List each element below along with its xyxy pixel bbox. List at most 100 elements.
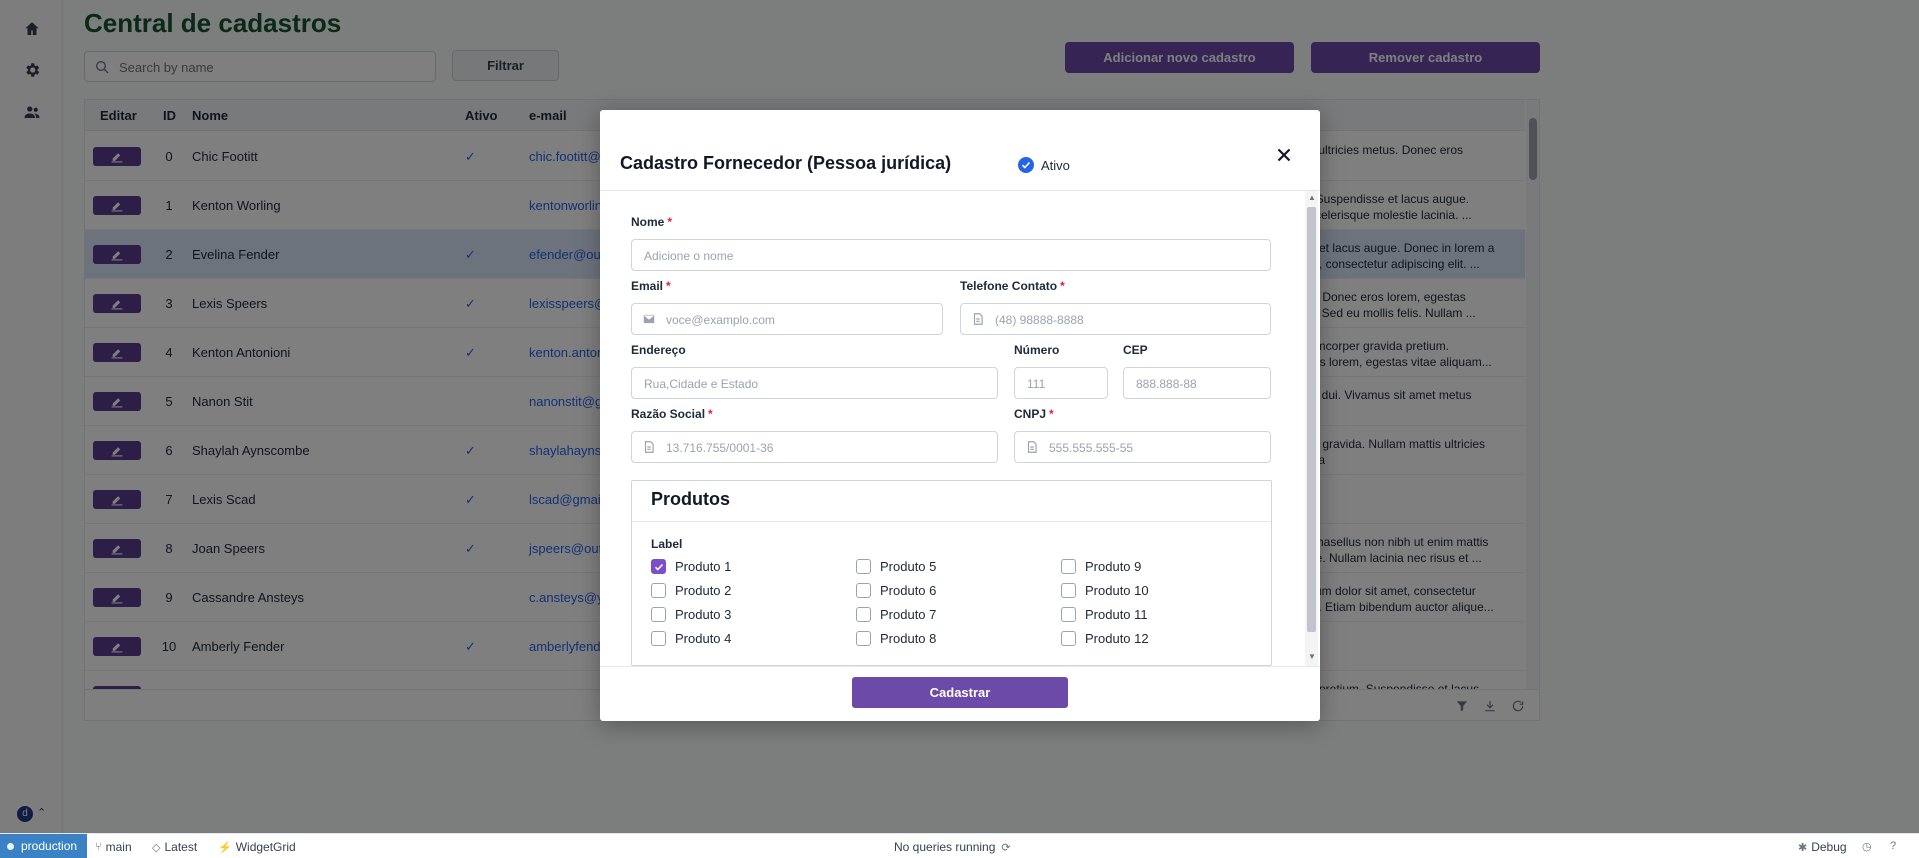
checkbox-box[interactable]	[1061, 607, 1076, 622]
document-icon	[1027, 441, 1037, 453]
tag-icon: ◇	[152, 841, 161, 854]
debug-label: Debug	[1811, 840, 1847, 854]
tag-label: Latest	[164, 840, 198, 854]
produtos-divider	[632, 521, 1271, 522]
supplier-modal: Cadastro Fornecedor (Pessoa jurídica) At…	[600, 110, 1320, 721]
queries-status: No queries running ⟳	[894, 840, 1015, 854]
branch-indicator[interactable]: ⑂ main	[95, 840, 132, 854]
checkbox-box[interactable]	[856, 583, 871, 598]
numero-label: Número	[1014, 343, 1060, 357]
produto-checkbox[interactable]: Produto 9	[1061, 559, 1141, 574]
modal-scroll-thumb[interactable]	[1307, 207, 1316, 632]
telefone-field[interactable]	[960, 303, 1271, 335]
ativo-toggle[interactable]: Ativo	[1018, 157, 1070, 173]
produto-checkbox[interactable]: Produto 7	[856, 607, 936, 622]
check-icon	[1021, 161, 1031, 169]
cep-input[interactable]	[1136, 375, 1261, 393]
produto-checkbox[interactable]: Produto 8	[856, 631, 936, 646]
produto-checkbox[interactable]: Produto 1	[651, 559, 731, 574]
produto-checkbox[interactable]: Produto 4	[651, 631, 731, 646]
history-icon[interactable]: ◷	[1862, 840, 1876, 853]
produto-checkbox[interactable]: Produto 2	[651, 583, 731, 598]
tag-indicator[interactable]: ◇ Latest	[152, 840, 197, 854]
checkbox-box[interactable]	[651, 559, 666, 574]
cep-label: CEP	[1123, 343, 1148, 357]
email-field[interactable]	[631, 303, 943, 335]
mail-icon	[643, 314, 655, 324]
numero-input[interactable]	[1027, 375, 1097, 393]
modal-footer: Cadastrar	[600, 666, 1320, 721]
environment-badge[interactable]: production	[0, 834, 87, 858]
telefone-label: Telefone Contato *	[960, 279, 1065, 293]
produto-checkbox[interactable]: Produto 3	[651, 607, 731, 622]
check-icon	[654, 563, 664, 571]
endereco-label: Endereço	[631, 343, 686, 357]
produtos-title: Produtos	[651, 489, 730, 509]
close-icon[interactable]	[1273, 144, 1295, 166]
modal-title: Cadastro Fornecedor (Pessoa jurídica)	[620, 153, 952, 173]
branch-icon: ⑂	[95, 841, 102, 853]
razao-field[interactable]	[631, 431, 998, 463]
cnpj-field[interactable]	[1014, 431, 1271, 463]
produto-checkbox[interactable]: Produto 11	[1061, 607, 1148, 622]
produto-label: Produto 1	[675, 559, 732, 574]
ativo-checkbox[interactable]	[1018, 157, 1034, 173]
checkbox-box[interactable]	[1061, 583, 1076, 598]
produto-label: Produto 12	[1085, 631, 1149, 646]
produto-label: Produto 6	[880, 583, 937, 598]
checkbox-box[interactable]	[651, 583, 666, 598]
help-icon[interactable]: ?	[1890, 840, 1900, 852]
produto-checkbox[interactable]: Produto 10	[1061, 583, 1149, 598]
checkbox-box[interactable]	[651, 607, 666, 622]
produto-checkbox[interactable]: Produto 12	[1061, 631, 1149, 646]
checkbox-box[interactable]	[1061, 559, 1076, 574]
document-icon	[644, 441, 654, 453]
cnpj-label: CNPJ *	[1014, 407, 1054, 421]
razao-label: Razão Social *	[631, 407, 713, 421]
env-label: production	[21, 839, 78, 853]
produtos-panel: Produtos Label Produto 1 Produto 2 Produto…	[631, 480, 1272, 666]
modal-body: Nome* Email* Telefone Contato* Endereço …	[600, 191, 1320, 666]
produto-label: Produto 10	[1085, 583, 1149, 598]
produto-label: Produto 9	[1085, 559, 1142, 574]
produto-label: Produto 5	[880, 559, 937, 574]
produto-checkbox[interactable]: Produto 6	[856, 583, 936, 598]
app-indicator[interactable]: ⚡ WidgetGrid	[218, 840, 296, 854]
checkbox-box[interactable]	[856, 631, 871, 646]
cnpj-input[interactable]	[1049, 439, 1259, 457]
modal-scrollbar[interactable]: ▲ ▼	[1305, 191, 1318, 666]
bolt-icon: ⚡	[218, 841, 232, 854]
queries-label: No queries running	[894, 840, 996, 854]
branch-label: main	[105, 840, 132, 854]
produtos-group-label: Label	[651, 537, 683, 551]
numero-field[interactable]	[1014, 367, 1108, 399]
app-label: WidgetGrid	[235, 840, 296, 854]
nome-field[interactable]	[631, 239, 1271, 271]
endereco-input[interactable]	[644, 375, 984, 393]
email-input[interactable]	[666, 311, 931, 329]
checkbox-box[interactable]	[1061, 631, 1076, 646]
razao-input[interactable]	[666, 439, 986, 457]
scroll-up-icon[interactable]: ▲	[1308, 193, 1316, 202]
submit-button[interactable]: Cadastrar	[852, 677, 1068, 708]
bug-icon: ✱	[1798, 841, 1808, 854]
telefone-input[interactable]	[995, 311, 1260, 329]
endereco-field[interactable]	[631, 367, 998, 399]
produto-checkbox[interactable]: Produto 5	[856, 559, 936, 574]
debug-button[interactable]: ✱ Debug	[1798, 840, 1847, 854]
produto-label: Produto 11	[1085, 607, 1148, 622]
scroll-down-icon[interactable]: ▼	[1308, 652, 1316, 661]
phone-icon	[973, 313, 983, 325]
email-label: Email *	[631, 279, 671, 293]
nome-input[interactable]	[644, 247, 1254, 265]
checkbox-box[interactable]	[856, 559, 871, 574]
nome-label: Nome *	[631, 215, 673, 229]
checkbox-box[interactable]	[651, 631, 666, 646]
checkbox-box[interactable]	[856, 607, 871, 622]
status-bar: production ⑂ main ◇ Latest ⚡ WidgetGrid No …	[0, 833, 1919, 858]
refresh-icon[interactable]: ⟳	[1001, 841, 1010, 854]
cep-field[interactable]	[1123, 367, 1271, 399]
produto-label: Produto 8	[880, 631, 937, 646]
ativo-label: Ativo	[1041, 157, 1070, 173]
produto-label: Produto 7	[880, 607, 937, 622]
